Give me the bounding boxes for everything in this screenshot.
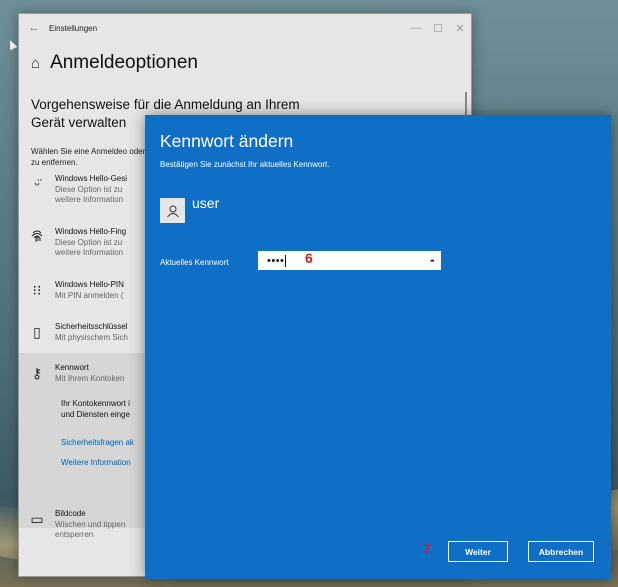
text-caret xyxy=(285,254,287,267)
option-subtitle: entsperren xyxy=(55,530,94,539)
option-subtitle: Diese Option ist zu xyxy=(55,184,123,194)
password-info-text: Ihr Kontokennwort i und Diensten einge xyxy=(61,399,130,419)
option-password[interactable]: ⚷ Kennwort Mit Ihrem Kontoken xyxy=(19,363,149,384)
username: user xyxy=(192,195,220,211)
option-title: Windows Hello-Fing xyxy=(55,227,127,236)
option-security-key[interactable]: ▯ Sicherheitsschlüssel Mit physischem Si… xyxy=(19,322,149,343)
current-password-input[interactable]: •••• ◓ xyxy=(258,251,441,270)
change-password-dialog: Kennwort ändern Bestätigen Sie zunächst … xyxy=(145,115,611,579)
option-picture-password[interactable]: ▭ Bildcode Wischen und tippen entsperren xyxy=(19,509,149,541)
dialog-title: Kennwort ändern xyxy=(160,131,294,151)
window-title: Einstellungen xyxy=(49,23,98,33)
option-title: Sicherheitsschlüssel xyxy=(55,322,128,331)
picture-icon: ▭ xyxy=(30,511,44,527)
page-title: Anmeldeoptionen xyxy=(50,52,198,73)
password-dots: •••• xyxy=(267,254,285,267)
next-button[interactable]: Weiter xyxy=(448,541,508,562)
key-icon: ⚷ xyxy=(31,365,43,381)
section-description: Wählen Sie eine Anmeldeo oder zu entfern… xyxy=(31,147,146,167)
page-header: ⌂ Anmeldeoptionen xyxy=(19,42,471,84)
more-info-link[interactable]: Weitere Information xyxy=(61,458,131,467)
close-button[interactable]: ✕ xyxy=(449,22,471,35)
pin-keypad-icon: ⁝⁝ xyxy=(32,282,42,298)
option-subtitle: Mit PIN anmelden ( xyxy=(55,290,124,300)
option-password-expanded[interactable]: ⚷ Kennwort Mit Ihrem Kontoken Ihr Kontok… xyxy=(19,353,149,528)
password-label: Aktuelles Kennwort xyxy=(160,258,229,267)
dialog-instruction: Bestätigen Sie zunächst Ihr aktuelles Ke… xyxy=(160,160,330,169)
settings-titlebar: ← Einstellungen — ☐ ✕ xyxy=(19,14,471,42)
maximize-button[interactable]: ☐ xyxy=(427,22,449,35)
option-title: Windows Hello-Gesi xyxy=(55,174,128,183)
step-marker-7: 7 xyxy=(423,541,431,557)
fingerprint-icon xyxy=(19,227,55,259)
option-title: Bildcode xyxy=(55,509,86,518)
option-subtitle: Diese Option ist zu xyxy=(55,237,123,247)
option-pin[interactable]: ⁝⁝ Windows Hello-PIN Mit PIN anmelden ( xyxy=(19,280,149,301)
option-subtitle: weitere Information xyxy=(55,195,124,204)
option-title: Windows Hello-PIN xyxy=(55,280,124,289)
minimize-button[interactable]: — xyxy=(405,22,427,34)
option-title: Kennwort xyxy=(55,363,89,372)
security-key-icon: ▯ xyxy=(33,324,41,340)
home-icon[interactable]: ⌂ xyxy=(31,55,40,72)
option-face-recognition[interactable]: ᵕ̈ Windows Hello-Gesi Diese Option ist z… xyxy=(19,174,149,206)
option-subtitle: weitere Information xyxy=(55,248,124,257)
option-subtitle: Mit physischem Sich xyxy=(55,332,128,342)
option-subtitle: Mit Ihrem Kontoken xyxy=(55,373,125,383)
security-questions-link[interactable]: Sicherheitsfragen ak xyxy=(61,438,134,447)
option-fingerprint[interactable]: Windows Hello-Fing Diese Option ist zu w… xyxy=(19,227,149,259)
option-subtitle: Wischen und tippen xyxy=(55,519,126,529)
back-arrow-icon[interactable]: ← xyxy=(19,22,49,34)
step-marker-6: 6 xyxy=(305,250,313,266)
user-avatar-icon xyxy=(160,198,185,223)
face-icon: ᵕ̈ xyxy=(34,176,40,192)
reveal-password-icon[interactable]: ◓ xyxy=(430,256,435,266)
cancel-button[interactable]: Abbrechen xyxy=(528,541,594,562)
mouse-cursor-icon xyxy=(6,38,18,51)
